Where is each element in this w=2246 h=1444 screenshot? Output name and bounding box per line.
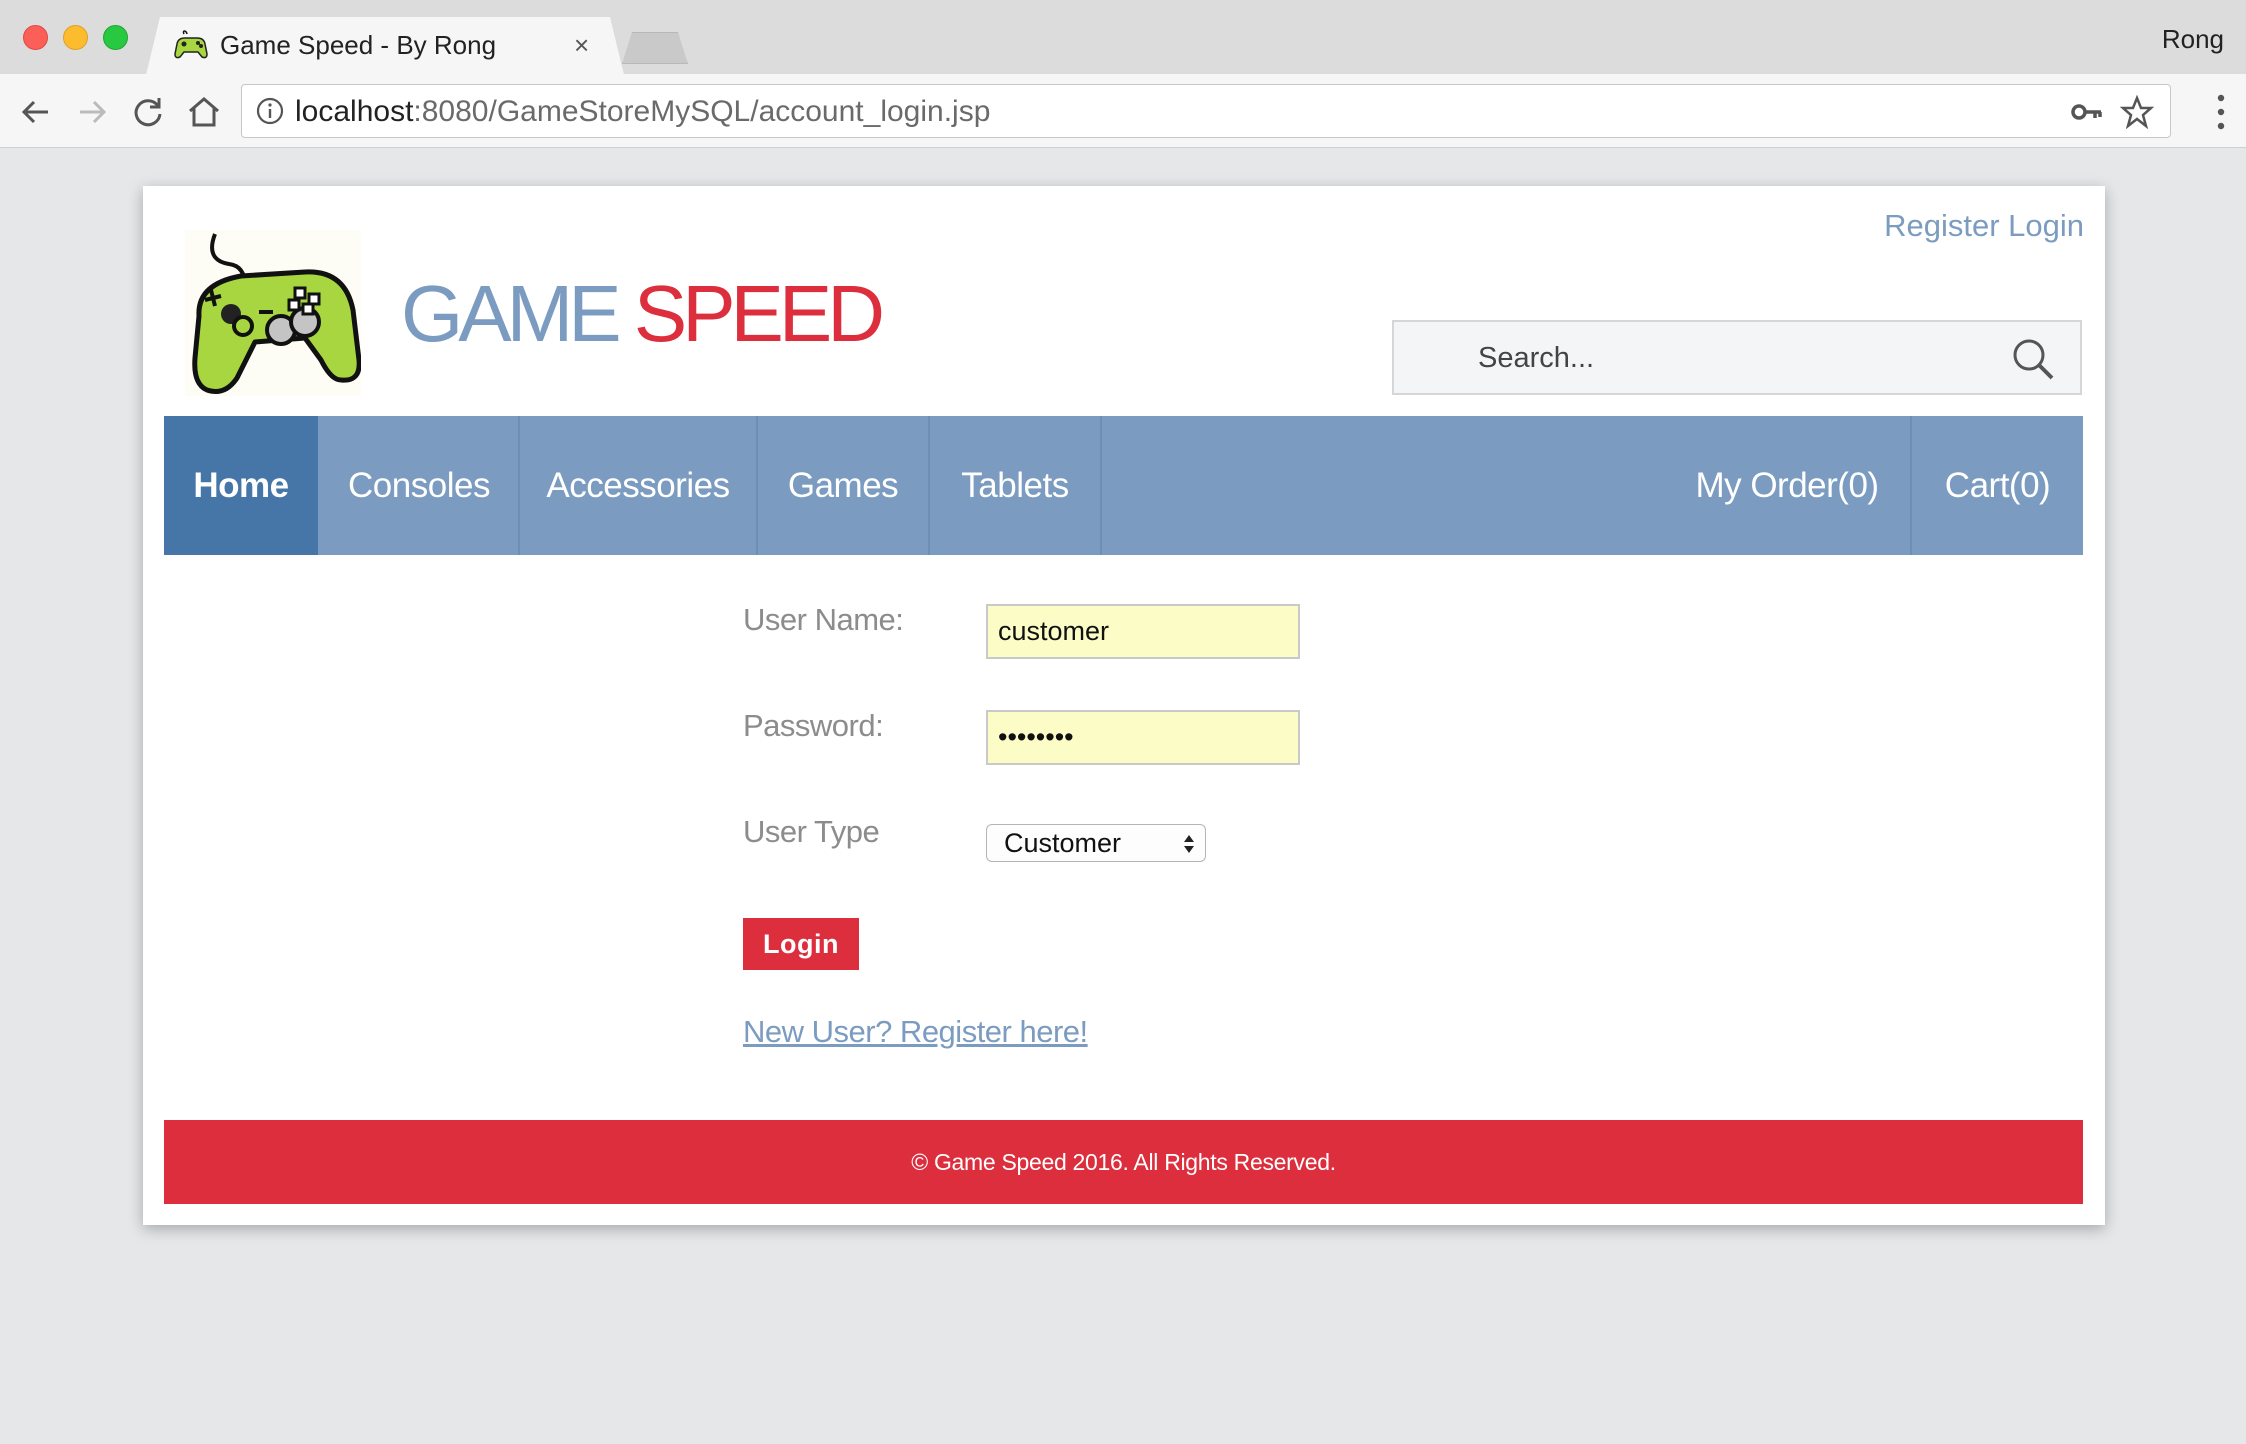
account-links: Register Login: [1884, 208, 2084, 244]
site-brand[interactable]: GAME SPEED: [401, 264, 885, 364]
register-link[interactable]: Register: [1884, 208, 1999, 243]
url-host: localhost: [295, 95, 414, 128]
nav-divider: [1100, 416, 1102, 555]
page-container: GAME SPEED Register Login Home Consoles …: [143, 186, 2105, 1225]
address-bar[interactable]: localhost:8080/GameStoreMySQL/account_lo…: [241, 84, 2171, 138]
nav-accessories[interactable]: Accessories: [520, 416, 756, 555]
gamepad-favicon-icon: [174, 30, 208, 59]
forward-arrow-icon[interactable]: [72, 92, 112, 132]
nav-cart[interactable]: Cart(0): [1912, 416, 2083, 555]
password-label: Password:: [743, 708, 884, 743]
main-nav: Home Consoles Accessories Games Tablets …: [164, 416, 2083, 555]
url-text[interactable]: localhost:8080/GameStoreMySQL/account_lo…: [295, 95, 990, 129]
nav-consoles[interactable]: Consoles: [320, 416, 518, 555]
login-link[interactable]: Login: [2008, 208, 2084, 243]
info-icon[interactable]: [256, 97, 284, 125]
search-icon[interactable]: [2010, 336, 2056, 382]
nav-tablets[interactable]: Tablets: [930, 416, 1100, 555]
close-window-button[interactable]: [23, 25, 48, 50]
brand-speed: SPEED: [633, 269, 885, 358]
profile-name[interactable]: Rong: [2162, 24, 2224, 55]
register-here-link[interactable]: New User? Register here!: [743, 1014, 1088, 1050]
browser-tab-strip: Game Speed - By Rong × Rong: [0, 0, 2246, 75]
tab-title: Game Speed - By Rong: [220, 30, 497, 60]
tab-close-icon[interactable]: ×: [574, 30, 589, 60]
footer: © Game Speed 2016. All Rights Reserved.: [164, 1120, 2083, 1204]
browser-toolbar: localhost:8080/GameStoreMySQL/account_lo…: [0, 74, 2246, 148]
search-input[interactable]: [1478, 334, 1998, 382]
search-box: [1392, 320, 2082, 395]
minimize-window-button[interactable]: [63, 25, 88, 50]
select-arrows-icon: [1184, 835, 1194, 853]
maximize-window-button[interactable]: [103, 25, 128, 50]
copyright-text: © Game Speed 2016. All Rights Reserved.: [911, 1148, 1336, 1175]
bookmark-star-icon[interactable]: [2120, 95, 2154, 129]
url-path: :8080/GameStoreMySQL/account_login.jsp: [413, 95, 991, 128]
key-icon[interactable]: [2070, 98, 2104, 126]
username-label: User Name:: [743, 602, 904, 637]
user-type-select[interactable]: Customer: [986, 824, 1206, 862]
nav-my-order[interactable]: My Order(0): [1664, 416, 1910, 555]
back-arrow-icon[interactable]: [16, 92, 56, 132]
username-input[interactable]: [986, 604, 1300, 659]
home-icon[interactable]: [184, 92, 224, 132]
user-type-label: User Type: [743, 814, 880, 849]
password-input[interactable]: [986, 710, 1300, 765]
login-button[interactable]: Login: [743, 918, 859, 970]
nav-home[interactable]: Home: [164, 416, 318, 555]
gamepad-logo-icon[interactable]: [185, 230, 361, 396]
brand-game: GAME: [401, 269, 622, 358]
kebab-menu-icon[interactable]: [2216, 92, 2226, 132]
reload-icon[interactable]: [128, 92, 168, 132]
nav-games[interactable]: Games: [758, 416, 928, 555]
new-tab-button[interactable]: [622, 32, 688, 64]
user-type-value: Customer: [1004, 828, 1122, 858]
